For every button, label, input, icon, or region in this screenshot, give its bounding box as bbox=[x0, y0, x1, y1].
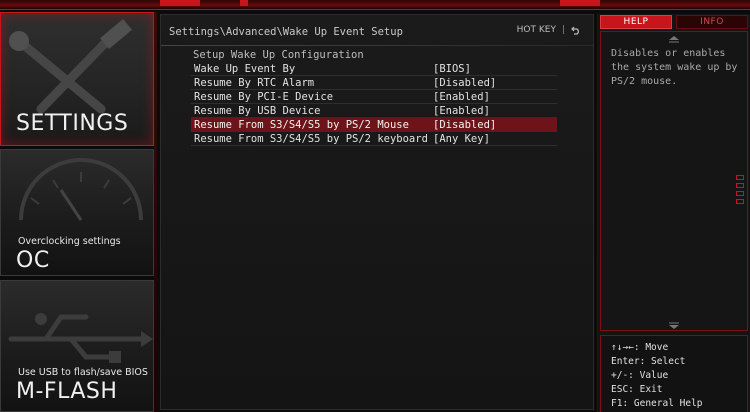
settings-list: Wake Up Event By [BIOS] Resume By RTC Al… bbox=[191, 62, 557, 146]
sidebar-item-oc[interactable]: Overclocking settings OC bbox=[0, 149, 154, 276]
key-value: +/-: Value bbox=[611, 370, 669, 381]
key-general-help: F1: General Help bbox=[611, 398, 703, 409]
sidebar-oc-title: OC bbox=[16, 248, 50, 273]
setting-label: Resume By RTC Alarm bbox=[194, 76, 315, 89]
top-notch-left bbox=[160, 0, 200, 6]
help-description-box: Disables or enables the system wake up b… bbox=[600, 31, 748, 331]
hotkey-label[interactable]: HOT KEY bbox=[517, 25, 556, 35]
setting-label: Resume By USB Device bbox=[194, 104, 321, 117]
top-notch-right bbox=[560, 0, 600, 6]
setting-row-rtc-alarm[interactable]: Resume By RTC Alarm [Disabled] bbox=[191, 76, 557, 90]
key-move: ↑↓→←: Move bbox=[611, 342, 669, 353]
setting-row-ps2-keyboard[interactable]: Resume From S3/S4/S5 by PS/2 keyboard [A… bbox=[191, 132, 557, 146]
setting-label: Wake Up Event By bbox=[194, 62, 296, 75]
setting-row-usb-device[interactable]: Resume By USB Device [Enabled] bbox=[191, 104, 557, 118]
sidebar-mflash-title: M-FLASH bbox=[16, 379, 118, 404]
back-icon[interactable] bbox=[571, 26, 581, 35]
scroll-indicator[interactable] bbox=[736, 175, 746, 207]
sidebar-oc-subtitle: Overclocking settings bbox=[18, 236, 121, 247]
setting-value[interactable]: [Disabled] bbox=[433, 119, 496, 131]
setting-row-pcie-device[interactable]: Resume By PCI-E Device [Enabled] bbox=[191, 90, 557, 104]
setting-row-ps2-mouse[interactable]: Resume From S3/S4/S5 by PS/2 Mouse [Disa… bbox=[191, 118, 557, 132]
key-select: Enter: Select bbox=[611, 356, 686, 367]
top-accent-bar bbox=[0, 0, 750, 10]
setting-value[interactable]: [Any Key] bbox=[433, 133, 490, 145]
setting-row-wake-up-event-by[interactable]: Wake Up Event By [BIOS] bbox=[191, 62, 557, 76]
sidebar-settings-title: SETTINGS bbox=[16, 111, 129, 136]
setting-value[interactable]: [Enabled] bbox=[433, 105, 490, 117]
sidebar-mflash-subtitle: Use USB to flash/save BIOS bbox=[18, 367, 148, 378]
help-panel: HELP INFO Disables or enables the system… bbox=[597, 14, 750, 412]
sidebar-item-mflash[interactable]: Use USB to flash/save BIOS M-FLASH bbox=[0, 280, 154, 412]
header-divider bbox=[161, 45, 593, 46]
setting-label: Resume From S3/S4/S5 by PS/2 keyboard bbox=[194, 132, 428, 145]
setting-value[interactable]: [Disabled] bbox=[433, 77, 496, 89]
setting-label: Resume By PCI-E Device bbox=[194, 90, 334, 103]
hotkey-separator: | bbox=[561, 25, 565, 35]
bios-screen: SETTINGS Overclocking settings OC Use US… bbox=[0, 0, 750, 412]
top-notch-small bbox=[240, 0, 248, 6]
key-exit: ESC: Exit bbox=[611, 384, 663, 395]
help-tabs: HELP INFO bbox=[598, 14, 750, 30]
sidebar-edge bbox=[154, 12, 157, 412]
breadcrumb: Settings\Advanced\Wake Up Event Setup bbox=[169, 26, 403, 38]
tab-info[interactable]: INFO bbox=[676, 15, 748, 29]
settings-panel: Settings\Advanced\Wake Up Event Setup HO… bbox=[160, 14, 594, 410]
tab-help[interactable]: HELP bbox=[600, 15, 672, 29]
hotkey-area: HOT KEY | bbox=[517, 25, 581, 35]
sidebar: SETTINGS Overclocking settings OC Use US… bbox=[0, 12, 157, 412]
section-title: Setup Wake Up Configuration bbox=[193, 49, 364, 61]
setting-value[interactable]: [BIOS] bbox=[433, 63, 471, 75]
setting-label: Resume From S3/S4/S5 by PS/2 Mouse bbox=[194, 118, 409, 131]
sidebar-item-settings[interactable]: SETTINGS bbox=[0, 12, 154, 146]
help-text: Disables or enables the system wake up b… bbox=[611, 48, 738, 87]
scroll-down-icon[interactable] bbox=[601, 320, 747, 332]
key-legend: ↑↓→←: Move Enter: Select +/-: Value ESC:… bbox=[600, 335, 748, 412]
scroll-up-icon[interactable] bbox=[601, 33, 747, 45]
setting-value[interactable]: [Enabled] bbox=[433, 91, 490, 103]
